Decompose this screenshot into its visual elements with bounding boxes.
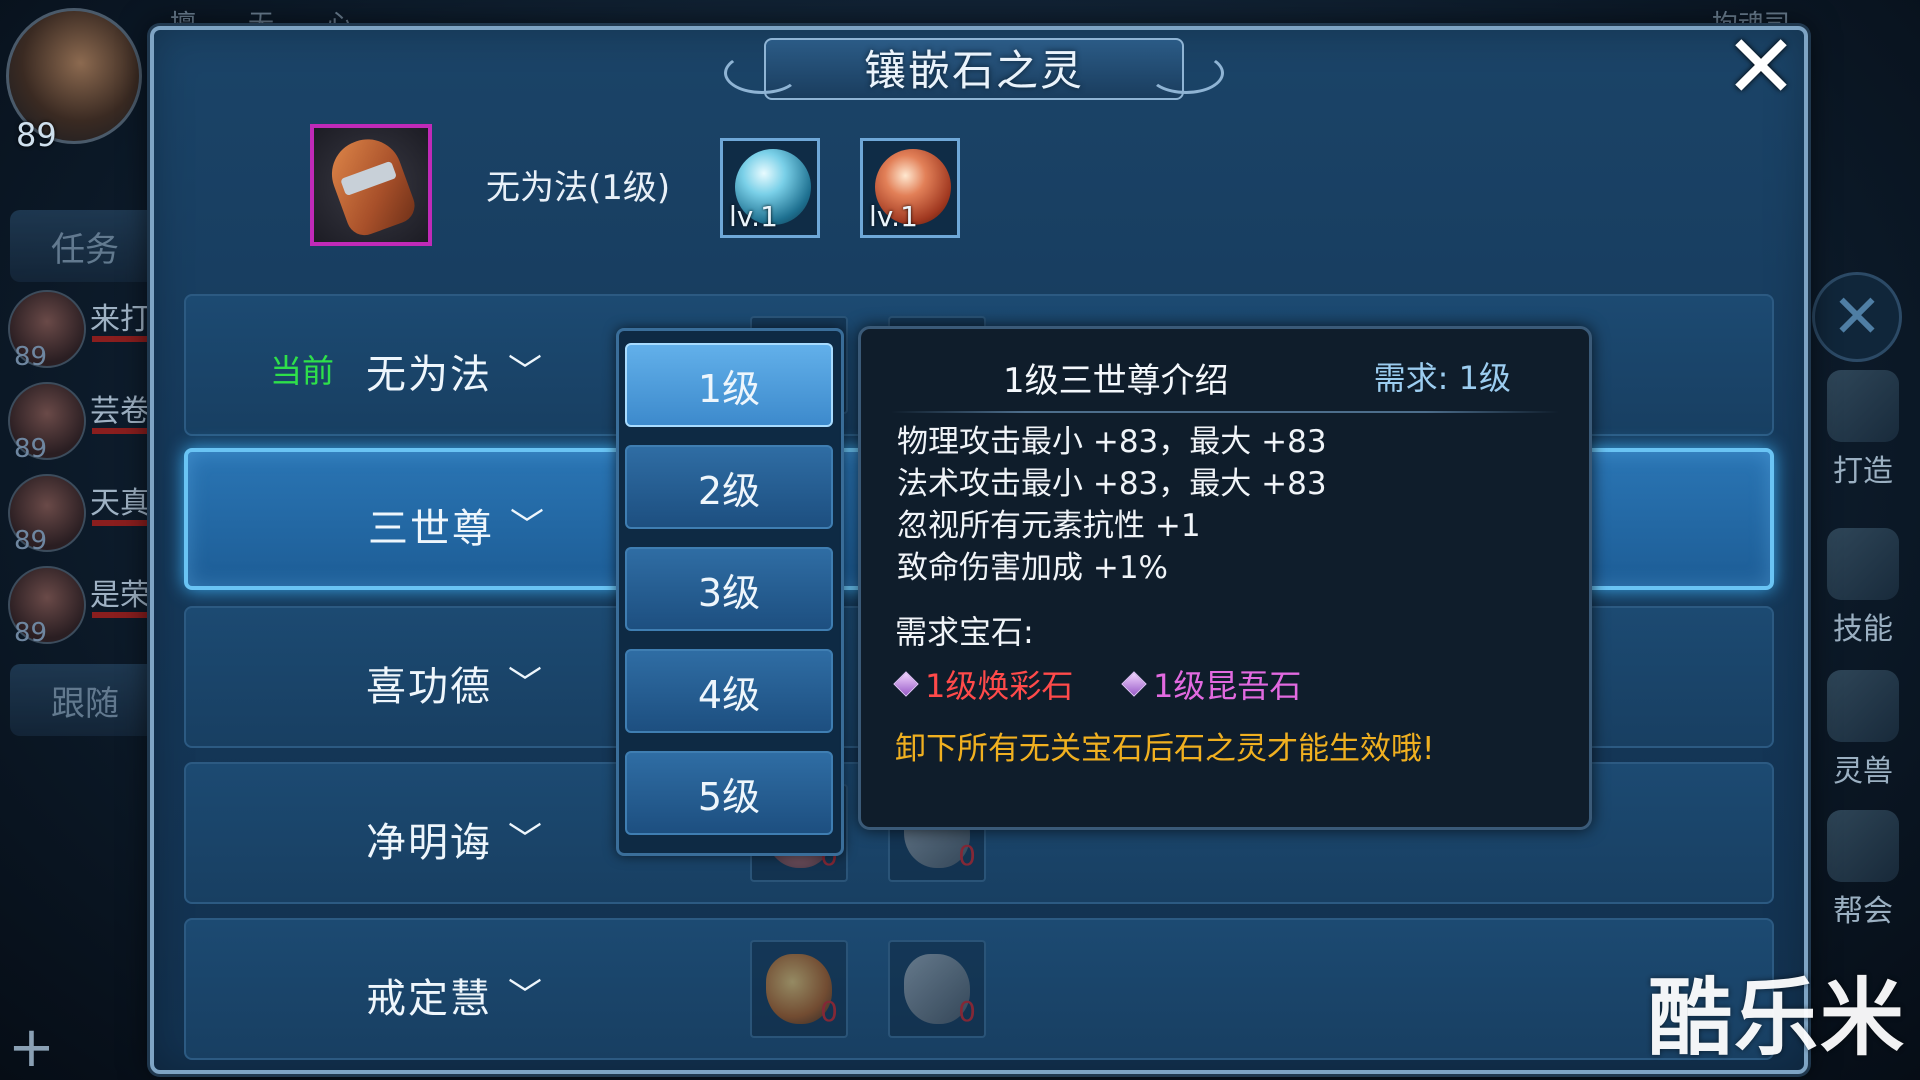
equipped-gem-slot[interactable]: lv.1 [860,138,960,238]
required-gem-name: 1级焕彩石 [925,667,1074,705]
gem-level: lv.1 [869,200,918,233]
left-hud: 89 任务 来打 89 芸卷 89 天真 89 是荣 89 跟随 + [0,0,170,1080]
stat-line: 致命伤害加成 +1% [897,550,1169,586]
equipment-name: 无为法(1级) [486,168,671,208]
level-dropdown[interactable]: 1级 2级 3级 4级 5级 [616,328,844,856]
gem-count: 0 [958,995,976,1028]
level-option-4[interactable]: 4级 [625,649,833,733]
close-button[interactable]: ✕ [1716,22,1806,112]
level-option-3[interactable]: 3级 [625,547,833,631]
party-member[interactable]: 来打 89 [8,290,168,380]
forge-label: 打造 [1833,454,1893,489]
spirit-name: 无为法 [366,352,492,398]
tooltip-title: 1级三世尊介绍 [1003,361,1229,401]
spirit-name: 三世尊 [368,506,494,552]
skill-button[interactable]: 技能 [1820,528,1906,648]
pet-icon [1827,670,1899,742]
stat-list: 物理攻击最小 +83，最大 +83 法术攻击最小 +83，最大 +83 忽视所有… [897,421,1327,589]
right-hud: ✕ 打造 技能 灵兽 帮会 [1810,0,1920,1080]
watermark-logo: 酷乐米 [1647,969,1906,1067]
hammer-icon [1827,370,1899,442]
level-option-1[interactable]: 1级 [625,343,833,427]
required-gem: 1级昆吾石 [1121,661,1302,707]
chevron-down-icon[interactable]: ﹀ [508,968,542,1017]
gem-count: 0 [958,839,976,872]
spirit-row[interactable]: 戒定慧 ﹀ 0 0 [184,918,1774,1060]
party-member-name: 是荣 [90,578,150,613]
forge-button[interactable]: 打造 [1820,370,1906,490]
title-ornament-icon [1148,52,1224,94]
party-member-level: 89 [14,342,48,372]
guild-scroll-icon [1827,810,1899,882]
title-ornament-icon [724,52,800,94]
level-option-2[interactable]: 2级 [625,445,833,529]
gem-slot[interactable]: 0 [888,940,986,1038]
spirit-name: 净明诲 [366,820,492,866]
required-gem-name: 1级昆吾石 [1153,667,1302,705]
tooltip-warning: 卸下所有无关宝石后石之灵才能生效哦! [895,731,1435,767]
stone-spirit-dialog: 镶嵌石之灵 ✕ 无为法(1级) lv.1 lv.1 当前 无为法 ﹀ 三世尊 ﹀… [150,23,1808,1074]
close-icon: ✕ [1724,15,1798,118]
party-member-level: 89 [14,526,48,556]
chevron-down-icon[interactable]: ﹀ [510,498,544,547]
tooltip-requirement: 需求: 1级 [1373,359,1511,397]
party-member-level: 89 [14,618,48,648]
gem-slot[interactable]: 0 [750,940,848,1038]
pet-label: 灵兽 [1833,754,1893,789]
spirit-name: 戒定慧 [366,976,492,1022]
party-member-name: 天真 [90,486,150,521]
dialog-title-plate: 镶嵌石之灵 [724,24,1224,110]
party-member[interactable]: 芸卷 89 [8,382,168,472]
required-gem: 1级焕彩石 [893,661,1074,707]
gem-count: 0 [820,995,838,1028]
follow-button[interactable]: 跟随 [10,664,160,736]
party-member-name: 芸卷 [90,394,150,429]
amber-gem-icon: 0 [766,954,838,1028]
guild-button[interactable]: 帮会 [1820,810,1906,930]
glove-icon [322,129,420,241]
party-member-name: 来打 [90,302,150,337]
guild-label: 帮会 [1833,894,1893,929]
party-member-level: 89 [14,434,48,464]
skill-book-icon [1827,528,1899,600]
chevron-down-icon[interactable]: ﹀ [508,656,542,705]
stat-line: 忽视所有元素抗性 +1 [897,508,1201,544]
party-member[interactable]: 天真 89 [8,474,168,564]
pet-button[interactable]: 灵兽 [1820,670,1906,790]
chevron-down-icon[interactable]: ﹀ [508,812,542,861]
divider [891,411,1559,413]
equipped-gem-slot[interactable]: lv.1 [720,138,820,238]
level-option-5[interactable]: 5级 [625,751,833,835]
stat-line: 物理攻击最小 +83，最大 +83 [897,424,1327,460]
stat-line: 法术攻击最小 +83，最大 +83 [897,466,1327,502]
current-tag: 当前 [270,352,335,390]
diamond-icon [1121,671,1147,697]
task-button[interactable]: 任务 [10,210,160,282]
player-level: 89 [16,116,57,154]
diamond-icon [893,671,919,697]
dialog-title: 镶嵌石之灵 [863,45,1084,95]
skill-label: 技能 [1833,612,1893,647]
gem-level: lv.1 [729,200,778,233]
required-gems-label: 需求宝石: [895,613,1034,651]
spirit-name: 喜功德 [366,664,492,710]
rock-gem-icon: 0 [904,954,976,1028]
equipment-slot[interactable] [310,124,432,246]
spirit-info-tooltip: 1级三世尊介绍 需求: 1级 物理攻击最小 +83，最大 +83 法术攻击最小 … [858,326,1592,830]
close-icon[interactable]: ✕ [1812,272,1902,362]
plus-icon[interactable]: + [8,1020,55,1076]
chevron-down-icon[interactable]: ﹀ [508,344,542,393]
party-member[interactable]: 是荣 89 [8,566,168,656]
